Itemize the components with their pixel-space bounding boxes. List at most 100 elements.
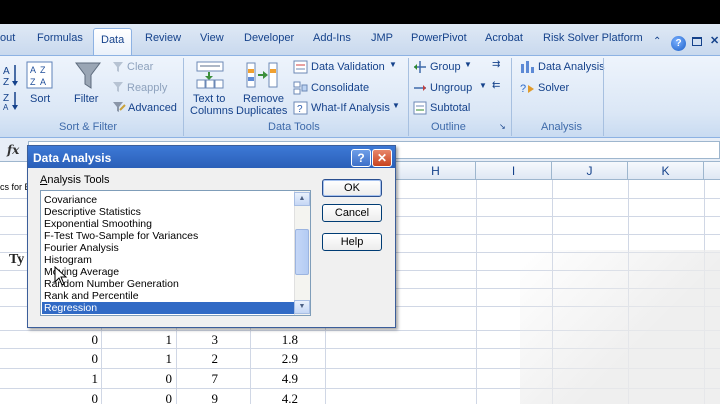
tab-review[interactable]: Review <box>145 32 181 44</box>
analysis-tools-list[interactable]: Covariance Descriptive Statistics Expone… <box>40 190 311 316</box>
column-header-j[interactable]: J <box>552 162 628 180</box>
reapply-button[interactable]: Reapply <box>127 82 167 94</box>
table-cell[interactable]: 1 <box>134 332 173 348</box>
cell-heading-fragment: Ty <box>9 252 25 267</box>
table-cell[interactable]: 0 <box>60 332 99 348</box>
tab-acrobat[interactable]: Acrobat <box>485 32 523 44</box>
list-item[interactable]: Fourier Analysis <box>44 242 119 254</box>
list-item[interactable]: Rank and Percentile <box>44 290 139 302</box>
svg-text:A: A <box>3 103 9 110</box>
list-item[interactable]: Exponential Smoothing <box>44 218 152 230</box>
list-item-selected[interactable]: Regression <box>42 302 294 314</box>
filter-funnel-icon[interactable] <box>74 61 102 91</box>
text-to-columns-line1[interactable]: Text to <box>193 93 225 105</box>
tab-layout[interactable]: out <box>0 32 15 44</box>
column-header-i[interactable]: I <box>476 162 552 180</box>
sort-dialog-icon[interactable]: A Z Z A <box>26 61 53 89</box>
table-cell[interactable]: 4.9 <box>260 371 298 387</box>
svg-text:Z: Z <box>40 65 46 75</box>
solver-button[interactable]: Solver <box>538 82 569 94</box>
ungroup-dropdown-icon[interactable]: ▼ <box>479 81 487 90</box>
filter-button[interactable]: Filter <box>74 93 98 105</box>
tab-data[interactable]: Data <box>93 28 133 56</box>
table-cell[interactable]: 0 <box>134 391 173 404</box>
data-validation-dropdown-icon[interactable]: ▼ <box>389 60 397 69</box>
scroll-up-icon[interactable]: ▲ <box>294 192 310 206</box>
data-validation-button[interactable]: Data Validation <box>311 61 385 73</box>
hide-detail-icon[interactable]: ⇇ <box>492 80 500 91</box>
list-item[interactable]: Descriptive Statistics <box>44 206 141 218</box>
scroll-down-icon[interactable]: ▼ <box>294 300 310 314</box>
table-cell[interactable]: 2.9 <box>260 351 298 367</box>
table-cell[interactable]: 1.8 <box>260 332 298 348</box>
table-cell[interactable]: 7 <box>180 371 219 387</box>
remove-duplicates-icon[interactable] <box>246 61 278 89</box>
tab-powerpivot[interactable]: PowerPivot <box>411 32 467 44</box>
column-header-h[interactable]: H <box>396 162 476 180</box>
group-dropdown-icon[interactable]: ▼ <box>464 60 472 69</box>
clear-button[interactable]: Clear <box>127 61 153 73</box>
svg-text:A: A <box>30 65 36 75</box>
sort-az-icon[interactable]: A Z Z A <box>2 62 20 110</box>
what-if-analysis-button[interactable]: What-If Analysis <box>311 102 390 114</box>
list-item[interactable]: Histogram <box>44 254 92 266</box>
tab-developer[interactable]: Developer <box>244 32 294 44</box>
show-detail-icon[interactable]: ⇉ <box>492 59 500 70</box>
analysis-tools-label: Analysis Tools <box>40 174 110 186</box>
tab-view[interactable]: View <box>200 32 224 44</box>
watermark-shape <box>520 250 720 404</box>
what-if-dropdown-icon[interactable]: ▼ <box>392 101 400 110</box>
subtotal-icon <box>413 101 427 115</box>
analysis-group-label: Analysis <box>541 121 582 133</box>
scrollbar-thumb[interactable] <box>295 229 309 275</box>
group-divider <box>603 58 604 136</box>
consolidate-button[interactable]: Consolidate <box>311 82 369 94</box>
table-cell[interactable]: 1 <box>134 351 173 367</box>
dialog-close-icon[interactable]: ✕ <box>372 149 392 167</box>
table-cell[interactable]: 9 <box>180 391 219 404</box>
tab-add-ins[interactable]: Add-Ins <box>313 32 351 44</box>
text-to-columns-icon[interactable] <box>196 60 226 90</box>
tab-formulas[interactable]: Formulas <box>37 32 83 44</box>
consolidate-icon <box>293 81 308 95</box>
ok-button[interactable]: OK <box>322 179 382 197</box>
minimize-ribbon-icon[interactable]: ⌃ <box>653 36 661 47</box>
table-cell[interactable]: 3 <box>180 332 219 348</box>
insert-function-icon[interactable]: fx <box>7 143 19 157</box>
table-cell[interactable]: 1 <box>60 371 99 387</box>
group-button[interactable]: Group <box>430 61 461 73</box>
column-header-l[interactable] <box>704 162 720 180</box>
group-divider <box>408 58 409 136</box>
subtotal-button[interactable]: Subtotal <box>430 102 470 114</box>
table-cell[interactable]: 0 <box>60 391 99 404</box>
table-cell[interactable]: 2 <box>180 351 219 367</box>
remove-duplicates-line2[interactable]: Duplicates <box>236 105 287 117</box>
outline-dialog-launcher-icon[interactable]: ↘ <box>499 122 506 131</box>
dialog-help-icon[interactable]: ? <box>351 149 371 167</box>
close-workbook-icon[interactable]: ✕ <box>710 34 719 47</box>
table-cell[interactable]: 0 <box>60 351 99 367</box>
window-restore-icon[interactable] <box>692 37 702 46</box>
list-item[interactable]: Covariance <box>44 194 97 206</box>
column-header-k[interactable]: K <box>628 162 704 180</box>
title-strip <box>0 0 720 24</box>
dialog-title: Data Analysis <box>33 151 112 165</box>
text-to-columns-line2[interactable]: Columns <box>190 105 233 117</box>
help-icon[interactable]: ? <box>671 36 686 51</box>
help-button[interactable]: Help <box>322 233 382 251</box>
ungroup-button[interactable]: Ungroup <box>430 82 472 94</box>
table-cell[interactable]: 4.2 <box>260 391 298 404</box>
table-cell[interactable]: 0 <box>134 371 173 387</box>
data-analysis-button[interactable]: Data Analysis <box>538 61 605 73</box>
sort-button[interactable]: Sort <box>30 93 50 105</box>
mouse-cursor-icon <box>54 266 68 286</box>
svg-text:A: A <box>3 66 10 77</box>
what-if-analysis-icon: ? <box>293 101 308 115</box>
tab-jmp[interactable]: JMP <box>371 32 393 44</box>
cancel-button[interactable]: Cancel <box>322 204 382 222</box>
advanced-button[interactable]: Advanced <box>128 102 177 114</box>
list-item[interactable]: F-Test Two-Sample for Variances <box>44 230 198 242</box>
remove-duplicates-line1[interactable]: Remove <box>243 93 284 105</box>
tab-risk-solver[interactable]: Risk Solver Platform <box>543 32 643 44</box>
excel-window: out Formulas Data Review View Developer … <box>0 0 720 404</box>
